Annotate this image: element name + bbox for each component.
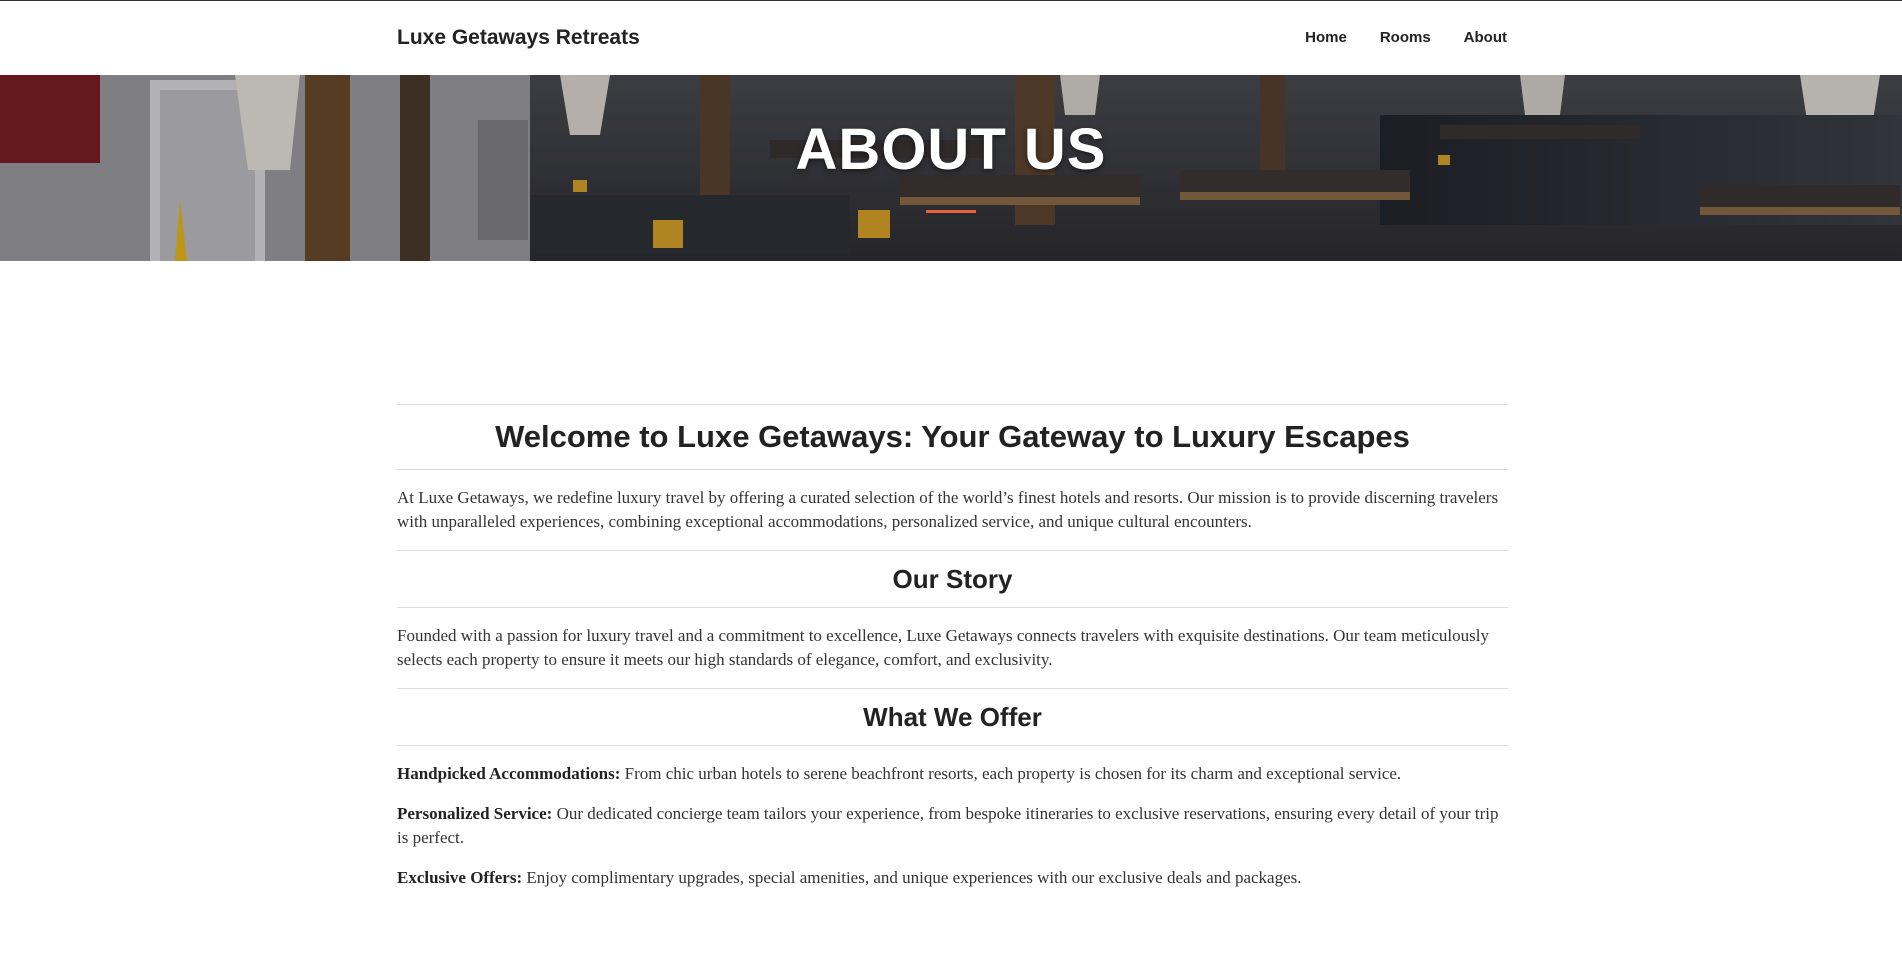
offer-title: Handpicked Accommodations: — [397, 764, 621, 783]
offer-title: Personalized Service: — [397, 804, 553, 823]
what-we-offer-heading: What We Offer — [863, 702, 1042, 732]
offer-list: Handpicked Accommodations: From chic urb… — [397, 746, 1508, 890]
offer-title: Exclusive Offers: — [397, 868, 523, 887]
nav-link-about[interactable]: About — [1464, 29, 1507, 46]
welcome-paragraph: At Luxe Getaways, we redefine luxury tra… — [397, 488, 1499, 531]
offer-text: From chic urban hotels to serene beachfr… — [620, 764, 1402, 783]
our-story-paragraph: Founded with a passion for luxury travel… — [397, 626, 1489, 669]
offer-item: Handpicked Accommodations: From chic urb… — [397, 762, 1508, 786]
our-story-heading: Our Story — [892, 564, 1013, 594]
hero-title-underline — [926, 210, 976, 213]
offer-text: Enjoy complimentary upgrades, special am… — [522, 868, 1302, 887]
offer-item: Exclusive Offers: Enjoy complimentary up… — [397, 866, 1508, 890]
nav-link-home[interactable]: Home — [1305, 29, 1347, 46]
welcome-heading: Welcome to Luxe Getaways: Your Gateway t… — [495, 419, 1410, 454]
offer-item: Personalized Service: Our dedicated conc… — [397, 802, 1508, 850]
hero-banner: ABOUT US — [0, 75, 1902, 261]
about-content: Welcome to Luxe Getaways: Your Gateway t… — [397, 404, 1508, 906]
nav-link-rooms[interactable]: Rooms — [1380, 29, 1431, 46]
brand-link[interactable]: Luxe Getaways Retreats — [397, 26, 640, 50]
nav-links: Home Rooms About — [1305, 29, 1507, 46]
hero-title: ABOUT US — [795, 117, 1107, 182]
offer-text: Our dedicated concierge team tailors you… — [397, 804, 1499, 847]
navbar: Luxe Getaways Retreats Home Rooms About — [0, 1, 1902, 75]
